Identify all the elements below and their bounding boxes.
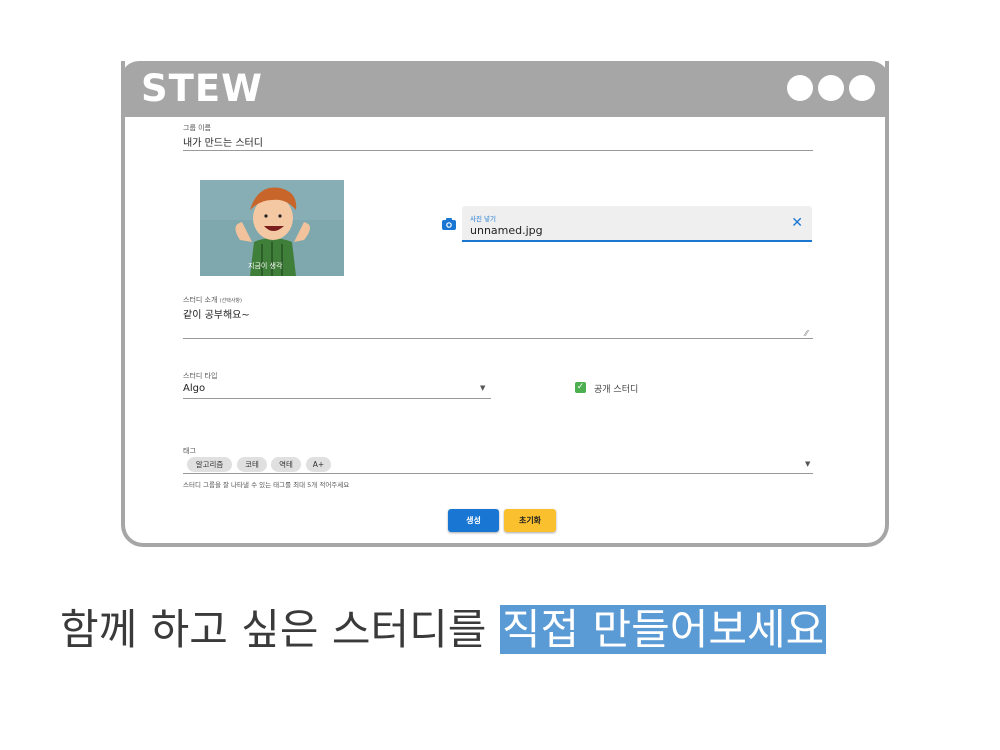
- group-name-label: 그룹 이름: [183, 124, 211, 132]
- peppermint-patty-image: 지금이 생각: [200, 180, 344, 276]
- window-dot-icon: [787, 75, 813, 101]
- description-optional-note: (선택사항): [219, 298, 242, 304]
- tags-hint: 스터디 그룹을 잘 나타낼 수 있는 태그를 최대 5개 적어주세요: [183, 481, 350, 489]
- tag-chip[interactable]: A+: [306, 457, 331, 472]
- window-dot-icon: [849, 75, 875, 101]
- window-titlebar: STEW: [121, 61, 889, 117]
- chevron-down-icon[interactable]: ▼: [480, 384, 485, 392]
- create-study-form: 그룹 이름 내가 만드는 스터디 지금이 생각 사진 넣기 unnamed.jp…: [125, 117, 885, 543]
- camera-icon[interactable]: [442, 218, 456, 230]
- reset-button[interactable]: 초기화: [504, 509, 556, 532]
- photo-file-name: unnamed.jpg: [470, 224, 543, 237]
- study-type-select[interactable]: Algo: [183, 383, 205, 394]
- group-name-underline: [183, 150, 813, 151]
- study-type-label: 스터디 타입: [183, 372, 218, 380]
- tags-label: 태그: [183, 447, 196, 455]
- tags-underline: [183, 473, 813, 474]
- close-icon[interactable]: ✕: [791, 216, 803, 230]
- description-label: 스터디 소개 (선택사항): [183, 295, 242, 305]
- study-type-underline: [183, 398, 491, 399]
- description-textarea[interactable]: 같이 공부해요~: [183, 306, 250, 321]
- study-photo-preview: 지금이 생각: [200, 180, 344, 276]
- create-button[interactable]: 생성: [448, 509, 499, 532]
- caption-plain: 함께 하고 싶은 스터디를: [60, 605, 500, 654]
- public-checkbox[interactable]: ✓: [575, 382, 586, 393]
- window-dot-icon: [818, 75, 844, 101]
- description-label-text: 스터디 소개: [183, 296, 218, 304]
- photo-file-label: 사진 넣기: [470, 215, 496, 223]
- chevron-down-icon[interactable]: ▼: [805, 460, 810, 468]
- resize-handle-icon[interactable]: ⁄⁄: [805, 329, 808, 338]
- public-label: 공개 스터디: [594, 385, 639, 395]
- caption-highlight: 직접 만들어보세요: [499, 605, 827, 654]
- description-underline: [183, 338, 813, 339]
- photo-file-input[interactable]: 사진 넣기 unnamed.jpg ✕: [462, 206, 812, 242]
- image-subtitle: 지금이 생각: [248, 261, 283, 270]
- tag-chip[interactable]: 코테: [237, 457, 267, 472]
- browser-window: STEW 그룹 이름 내가 만드는 스터디 지금이 생각 사진 넣기 unnam…: [121, 61, 889, 547]
- tag-chip[interactable]: 알고리즘: [187, 457, 232, 472]
- app-logo: STEW: [141, 67, 263, 110]
- group-name-input[interactable]: 내가 만드는 스터디: [183, 134, 263, 149]
- promo-caption: 함께 하고 싶은 스터디를 직접 만들어보세요: [60, 596, 827, 657]
- tag-chip[interactable]: 역테: [271, 457, 301, 472]
